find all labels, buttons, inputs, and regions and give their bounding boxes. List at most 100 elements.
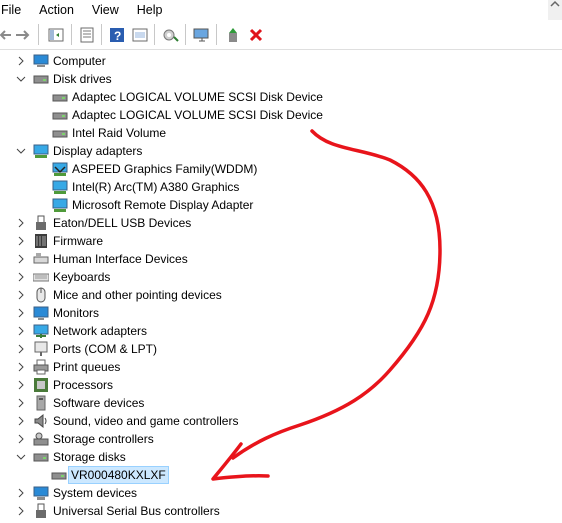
chevron-right-icon[interactable] bbox=[15, 412, 27, 430]
chevron-down-icon[interactable] bbox=[15, 70, 27, 88]
tree-node-display-adapters[interactable]: Display adapters bbox=[0, 142, 560, 160]
tree-node-disk-1[interactable]: Adaptec LOGICAL VOLUME SCSI Disk Device bbox=[0, 88, 560, 106]
tree-node-software[interactable]: Software devices bbox=[0, 394, 560, 412]
scan-hardware-icon[interactable] bbox=[160, 24, 182, 46]
monitor-icon bbox=[33, 305, 49, 321]
firmware-chip-icon bbox=[33, 233, 49, 249]
tree-label: System devices bbox=[53, 486, 138, 500]
tree-node-storage-controllers[interactable]: Storage controllers bbox=[0, 430, 560, 448]
tree-label: Monitors bbox=[53, 306, 100, 320]
tree-node-gpu-3[interactable]: Microsoft Remote Display Adapter bbox=[0, 196, 560, 214]
forward-icon[interactable] bbox=[12, 24, 34, 46]
tree-node-usb[interactable]: Universal Serial Bus controllers bbox=[0, 502, 560, 520]
update-driver-icon[interactable] bbox=[223, 24, 245, 46]
menu-help[interactable]: Help bbox=[128, 0, 172, 20]
tree-node-processors[interactable]: Processors bbox=[0, 376, 560, 394]
chevron-down-icon[interactable] bbox=[15, 448, 27, 466]
tree-label: ASPEED Graphics Family(WDDM) bbox=[72, 162, 258, 176]
tree-node-firmware[interactable]: Firmware bbox=[0, 232, 560, 250]
tree-node-gpu-2[interactable]: Intel(R) Arc(TM) A380 Graphics bbox=[0, 178, 560, 196]
chevron-right-icon[interactable] bbox=[15, 304, 27, 322]
menu-view[interactable]: View bbox=[83, 0, 128, 20]
tree-node-disk-drives[interactable]: Disk drives bbox=[0, 70, 560, 88]
chevron-right-icon[interactable] bbox=[15, 484, 27, 502]
toolbar-separator bbox=[38, 24, 39, 45]
chevron-right-icon[interactable] bbox=[15, 322, 27, 340]
show-hide-tree-icon[interactable] bbox=[45, 24, 67, 46]
scroll-up-arrow-icon[interactable] bbox=[548, 0, 562, 20]
chevron-right-icon[interactable] bbox=[15, 232, 27, 250]
properties-icon[interactable] bbox=[76, 24, 98, 46]
chevron-right-icon[interactable] bbox=[15, 286, 27, 304]
tree-label: Human Interface Devices bbox=[53, 252, 188, 266]
storage-disk-icon bbox=[33, 449, 49, 465]
computer-icon bbox=[33, 53, 49, 69]
monitor-icon[interactable] bbox=[191, 24, 213, 46]
tree-label: Storage controllers bbox=[53, 432, 154, 446]
tree-node-print-queues[interactable]: Print queues bbox=[0, 358, 560, 376]
tree-label: Display adapters bbox=[53, 144, 143, 158]
tree-label: Sound, video and game controllers bbox=[53, 414, 239, 428]
software-device-icon bbox=[33, 395, 49, 411]
tree-label: Storage disks bbox=[53, 450, 126, 464]
chevron-right-icon[interactable] bbox=[15, 376, 27, 394]
display-adapter-warning-icon bbox=[52, 161, 68, 177]
chevron-right-icon[interactable] bbox=[15, 502, 27, 520]
help-icon[interactable]: ? bbox=[106, 24, 128, 46]
tree-node-ports[interactable]: Ports (COM & LPT) bbox=[0, 340, 560, 358]
show-hidden-icon[interactable] bbox=[129, 24, 151, 46]
chevron-right-icon[interactable] bbox=[15, 340, 27, 358]
tree-node-keyboards[interactable]: Keyboards bbox=[0, 268, 560, 286]
chevron-right-icon[interactable] bbox=[15, 250, 27, 268]
tree-node-network[interactable]: Network adapters bbox=[0, 322, 560, 340]
chevron-right-icon[interactable] bbox=[15, 394, 27, 412]
disk-drive-icon bbox=[52, 89, 68, 105]
toolbar-separator bbox=[71, 24, 72, 45]
processor-icon bbox=[33, 377, 49, 393]
tree-node-vr-disk[interactable]: VR000480KXLXF bbox=[0, 466, 560, 484]
tree-label: Eaton/DELL USB Devices bbox=[53, 216, 192, 230]
tree-node-computer[interactable]: Computer bbox=[0, 52, 560, 70]
tree-node-sound[interactable]: Sound, video and game controllers bbox=[0, 412, 560, 430]
tree-label: Keyboards bbox=[53, 270, 111, 284]
menu-file[interactable]: File bbox=[0, 0, 30, 20]
chevron-right-icon[interactable] bbox=[15, 214, 27, 232]
hid-icon bbox=[33, 251, 49, 267]
tree-label: Intel(R) Arc(TM) A380 Graphics bbox=[72, 180, 240, 194]
speaker-icon bbox=[33, 413, 49, 429]
tree-node-mice[interactable]: Mice and other pointing devices bbox=[0, 286, 560, 304]
chevron-right-icon[interactable] bbox=[15, 268, 27, 286]
disk-drive-icon bbox=[51, 467, 67, 483]
port-icon bbox=[33, 341, 49, 357]
tree-label: VR000480KXLXF bbox=[68, 466, 169, 484]
chevron-down-icon[interactable] bbox=[15, 142, 27, 160]
tree-node-disk-2[interactable]: Adaptec LOGICAL VOLUME SCSI Disk Device bbox=[0, 106, 560, 124]
tree-node-disk-3[interactable]: Intel Raid Volume bbox=[0, 124, 560, 142]
tree-node-gpu-1[interactable]: ASPEED Graphics Family(WDDM) bbox=[0, 160, 560, 178]
toolbar-separator bbox=[101, 24, 102, 45]
toolbar-separator bbox=[216, 24, 217, 45]
toolbar-separator bbox=[185, 24, 186, 45]
disk-drive-icon bbox=[52, 125, 68, 141]
system-devices-icon bbox=[33, 485, 49, 501]
tree-node-monitors[interactable]: Monitors bbox=[0, 304, 560, 322]
svg-text:?: ? bbox=[114, 29, 121, 43]
tree-node-eaton[interactable]: Eaton/DELL USB Devices bbox=[0, 214, 560, 232]
usb-icon bbox=[33, 503, 49, 519]
keyboard-icon bbox=[32, 269, 50, 285]
menu-action[interactable]: Action bbox=[30, 0, 83, 20]
tree-node-system-devices[interactable]: System devices bbox=[0, 484, 560, 502]
network-adapter-icon bbox=[33, 323, 49, 339]
tree-label: Processors bbox=[53, 378, 114, 392]
tree-node-hid[interactable]: Human Interface Devices bbox=[0, 250, 560, 268]
chevron-right-icon[interactable] bbox=[15, 52, 27, 70]
usb-plug-icon bbox=[33, 215, 49, 231]
chevron-right-icon[interactable] bbox=[15, 358, 27, 376]
toolbar-separator bbox=[154, 24, 155, 45]
tree-label: Firmware bbox=[53, 234, 103, 248]
chevron-right-icon[interactable] bbox=[15, 430, 27, 448]
tree-node-storage-disks[interactable]: Storage disks bbox=[0, 448, 560, 466]
device-tree: Computer Disk drives Adaptec LOGICAL VOL… bbox=[0, 50, 562, 523]
tree-label: Mice and other pointing devices bbox=[53, 288, 222, 302]
uninstall-icon[interactable] bbox=[245, 24, 267, 46]
